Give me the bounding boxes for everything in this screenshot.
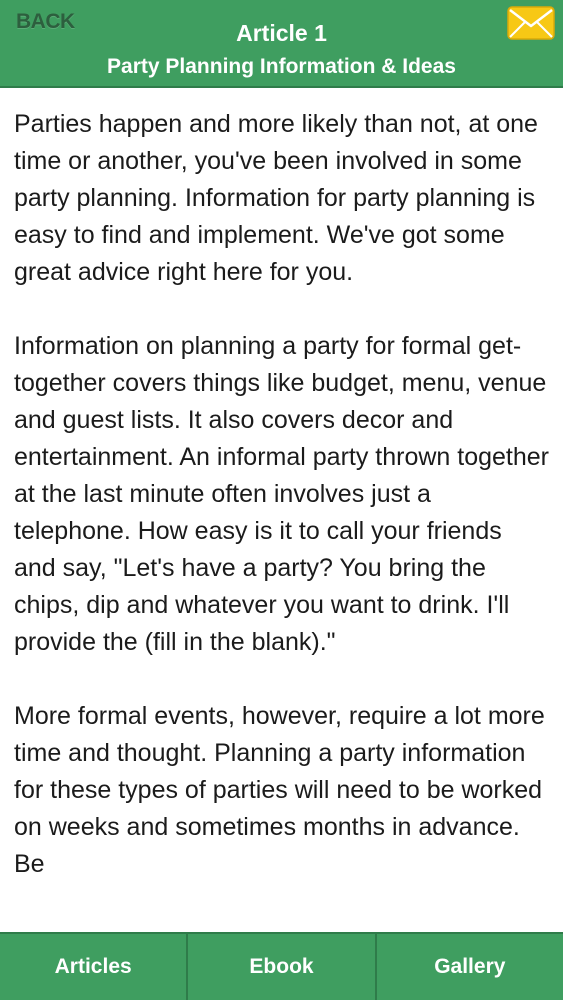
tab-articles[interactable]: Articles — [0, 934, 186, 1000]
page-subtitle: Party Planning Information & Ideas — [107, 55, 456, 78]
article-paragraph-3: More formal events, however, require a l… — [14, 702, 545, 878]
envelope-icon[interactable] — [507, 6, 555, 40]
header-bar: BACK Article 1 Party Planning Informatio… — [0, 0, 563, 88]
article-paragraph-2: Information on planning a party for form… — [14, 332, 550, 656]
tab-gallery[interactable]: Gallery — [374, 934, 563, 1000]
page-title: Article 1 — [236, 20, 327, 46]
bottom-tab-bar: Articles Ebook Gallery — [0, 932, 563, 1000]
article-paragraph-1: Parties happen and more likely than not,… — [14, 110, 538, 286]
article-content[interactable]: Parties happen and more likely than not,… — [0, 88, 563, 932]
tab-ebook[interactable]: Ebook — [186, 934, 374, 1000]
